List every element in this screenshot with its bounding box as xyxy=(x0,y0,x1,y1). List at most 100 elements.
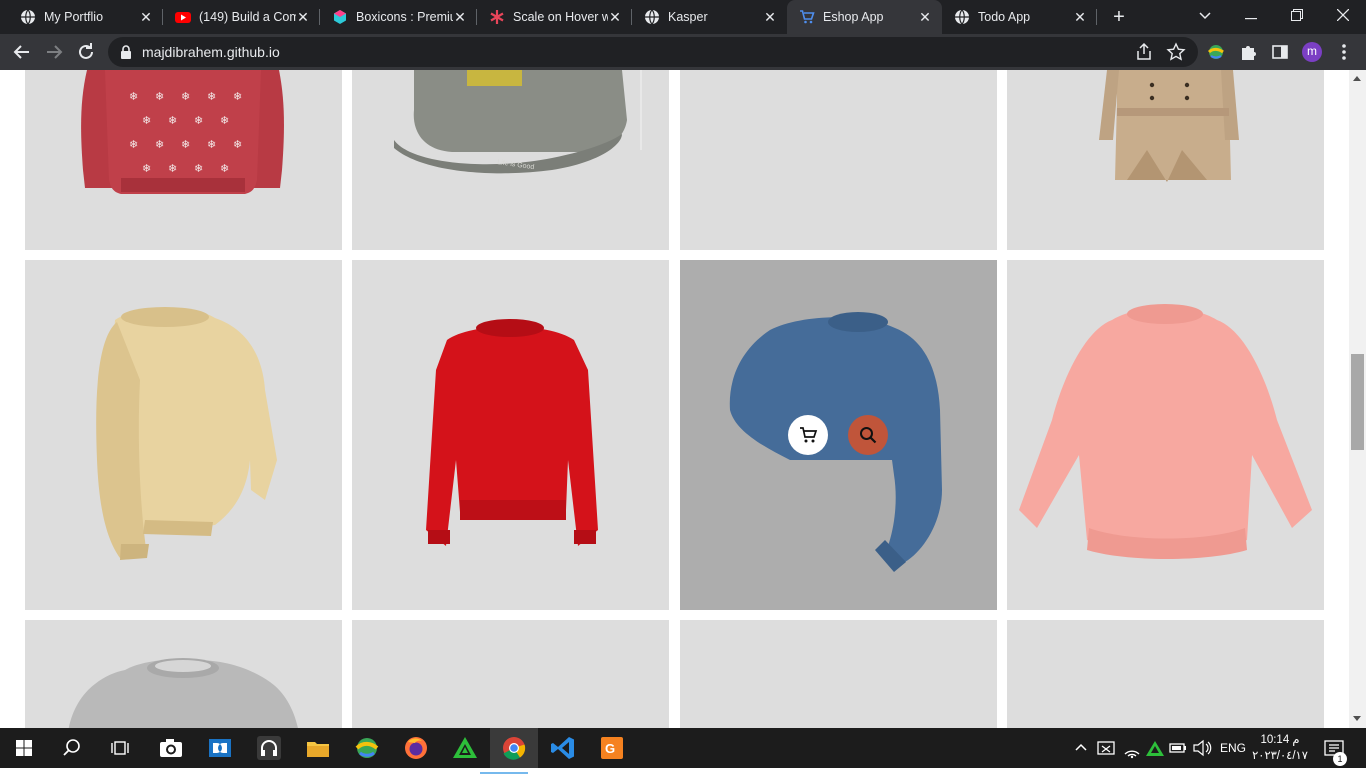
asterisk-icon xyxy=(490,10,504,24)
search-icon[interactable] xyxy=(58,734,86,762)
tab-kasper[interactable]: Kasper ✕ xyxy=(632,0,787,34)
grey-tshirt-image xyxy=(68,658,298,728)
product-card-blue-crop-sweater[interactable] xyxy=(680,260,997,610)
svg-text:❄: ❄ xyxy=(168,163,177,175)
side-panel-icon[interactable] xyxy=(1270,42,1290,62)
browser-tab-strip: My Portflio ✕ (149) Build a Com ✕ Boxico… xyxy=(0,0,1366,34)
tray-chevron-up-icon[interactable] xyxy=(1072,734,1090,762)
firefox-icon[interactable] xyxy=(402,734,430,762)
svg-text:❄: ❄ xyxy=(142,115,151,127)
product-card-pink-sweatshirt[interactable] xyxy=(1007,260,1324,610)
christmas-sweater-image: ❄ ❄ ❄ ❄ ❄ ❄ ❄ ❄ ❄ ❄ ❄ ❄ ❄ ❄ ❄ ❄ ❄ ❄ xyxy=(81,70,284,194)
product-card-christmas-sweater[interactable]: ❄ ❄ ❄ ❄ ❄ ❄ ❄ ❄ ❄ ❄ ❄ ❄ ❄ ❄ ❄ ❄ ❄ ❄ xyxy=(25,70,342,250)
tab-close-icon[interactable]: ✕ xyxy=(918,9,932,26)
svg-text:❄: ❄ xyxy=(155,91,164,103)
product-card-empty[interactable] xyxy=(1007,620,1324,728)
camera-app-icon[interactable] xyxy=(157,734,185,762)
chrome-taskbar-button[interactable] xyxy=(480,728,538,774)
file-explorer-icon[interactable] xyxy=(304,734,332,762)
tab-close-icon[interactable]: ✕ xyxy=(763,9,777,26)
product-card-baseball-cap[interactable]: Life is Good xyxy=(352,70,669,250)
dolby-icon[interactable] xyxy=(206,734,234,762)
tab-youtube[interactable]: (149) Build a Com ✕ xyxy=(163,0,320,34)
clock-date: ٢٠٢٣/٠٤/١٧ xyxy=(1252,750,1308,762)
task-view-icon[interactable] xyxy=(106,734,134,762)
more-menu-icon[interactable] xyxy=(1334,42,1354,62)
quick-view-button[interactable] xyxy=(848,415,888,455)
svg-text:❄: ❄ xyxy=(233,91,242,103)
svg-text:❄: ❄ xyxy=(207,139,216,151)
tab-close-icon[interactable]: ✕ xyxy=(139,9,153,26)
tab-title: Scale on Hover w xyxy=(513,10,608,24)
windows-start-icon[interactable] xyxy=(10,734,38,762)
svg-text:❄: ❄ xyxy=(168,115,177,127)
pdf-app-icon[interactable]: G xyxy=(598,734,626,762)
windows-taskbar: G ENG 10:14 م ٢٠٢٣/٠٤/١٧ 1 xyxy=(0,728,1366,774)
reload-icon[interactable] xyxy=(74,40,98,64)
tab-my-portfolio[interactable]: My Portflio ✕ xyxy=(8,0,163,34)
red-sweatshirt-image xyxy=(426,319,598,546)
tab-scale-on-hover[interactable]: Scale on Hover w ✕ xyxy=(477,0,632,34)
share-icon[interactable] xyxy=(1134,42,1154,62)
scroll-down-arrow-icon[interactable] xyxy=(1353,716,1361,721)
restore-icon[interactable] xyxy=(1274,0,1320,30)
tab-boxicons[interactable]: Boxicons : Premiu ✕ xyxy=(320,0,477,34)
product-card-empty[interactable] xyxy=(680,620,997,728)
bookmark-star-icon[interactable] xyxy=(1166,42,1186,62)
profile-avatar[interactable]: m xyxy=(1302,42,1322,62)
globe-extension-app-icon[interactable] xyxy=(353,734,381,762)
headphones-app-icon[interactable] xyxy=(255,734,283,762)
browser-toolbar: majdibrahem.github.io m xyxy=(0,34,1366,70)
globe-icon xyxy=(21,9,35,25)
product-card-beige-sweater[interactable] xyxy=(25,260,342,610)
extension-globe-icon[interactable] xyxy=(1206,42,1226,62)
cart-icon xyxy=(800,10,815,24)
svg-text:G: G xyxy=(605,741,615,756)
tray-app-icon[interactable] xyxy=(1096,734,1116,762)
close-window-icon[interactable] xyxy=(1320,0,1366,30)
product-card-trench-coat[interactable] xyxy=(1007,70,1324,250)
scroll-up-arrow-icon[interactable] xyxy=(1353,76,1361,81)
nvidia-tray-icon[interactable] xyxy=(1145,734,1165,762)
taskbar-clock[interactable]: 10:14 م ٢٠٢٣/٠٤/١٧ xyxy=(1250,732,1310,764)
product-card-red-sweatshirt[interactable] xyxy=(352,260,669,610)
tab-title: Todo App xyxy=(978,10,1031,24)
wifi-icon[interactable] xyxy=(1122,734,1142,762)
tab-title: (149) Build a Com xyxy=(199,10,296,24)
back-arrow-icon[interactable] xyxy=(10,40,34,64)
url-text: majdibrahem.github.io xyxy=(142,44,280,60)
trench-coat-image xyxy=(1099,70,1239,182)
extensions-puzzle-icon[interactable] xyxy=(1238,42,1258,62)
cart-icon xyxy=(800,427,818,443)
battery-icon[interactable] xyxy=(1168,734,1188,762)
search-icon xyxy=(860,427,877,444)
tab-eshop-app[interactable]: Eshop App ✕ xyxy=(787,0,942,34)
tab-todo-app[interactable]: Todo App ✕ xyxy=(942,0,1097,34)
nvidia-triangle-icon[interactable] xyxy=(451,734,479,762)
language-indicator[interactable]: ENG xyxy=(1220,728,1246,768)
scrollbar-thumb[interactable] xyxy=(1351,354,1364,450)
address-bar[interactable]: majdibrahem.github.io xyxy=(108,37,1198,67)
product-card-empty[interactable] xyxy=(352,620,669,728)
chrome-icon xyxy=(503,737,526,760)
tab-close-icon[interactable]: ✕ xyxy=(296,9,310,26)
tab-title: Eshop App xyxy=(823,10,884,24)
tab-close-icon[interactable]: ✕ xyxy=(608,9,622,26)
forward-arrow-icon[interactable] xyxy=(42,40,66,64)
volume-icon[interactable] xyxy=(1192,734,1212,762)
tab-close-icon[interactable]: ✕ xyxy=(1073,9,1087,26)
product-card-grey-tshirt[interactable] xyxy=(25,620,342,728)
lock-icon[interactable] xyxy=(120,45,132,59)
new-tab-button[interactable]: + xyxy=(1108,6,1130,28)
svg-text:❄: ❄ xyxy=(155,139,164,151)
product-card-empty[interactable] xyxy=(680,70,997,250)
eshop-page: ❄ ❄ ❄ ❄ ❄ ❄ ❄ ❄ ❄ ❄ ❄ ❄ ❄ ❄ ❄ ❄ ❄ ❄ Life is Good xyxy=(0,70,1366,728)
vscode-icon[interactable] xyxy=(549,734,577,762)
tab-close-icon[interactable]: ✕ xyxy=(453,9,467,26)
add-to-cart-button[interactable] xyxy=(788,415,828,455)
tab-search-chevron-icon[interactable] xyxy=(1182,0,1228,30)
minimize-icon[interactable] xyxy=(1228,0,1274,30)
svg-text:❄: ❄ xyxy=(194,163,203,175)
page-scrollbar[interactable] xyxy=(1349,70,1366,728)
svg-text:❄: ❄ xyxy=(194,115,203,127)
